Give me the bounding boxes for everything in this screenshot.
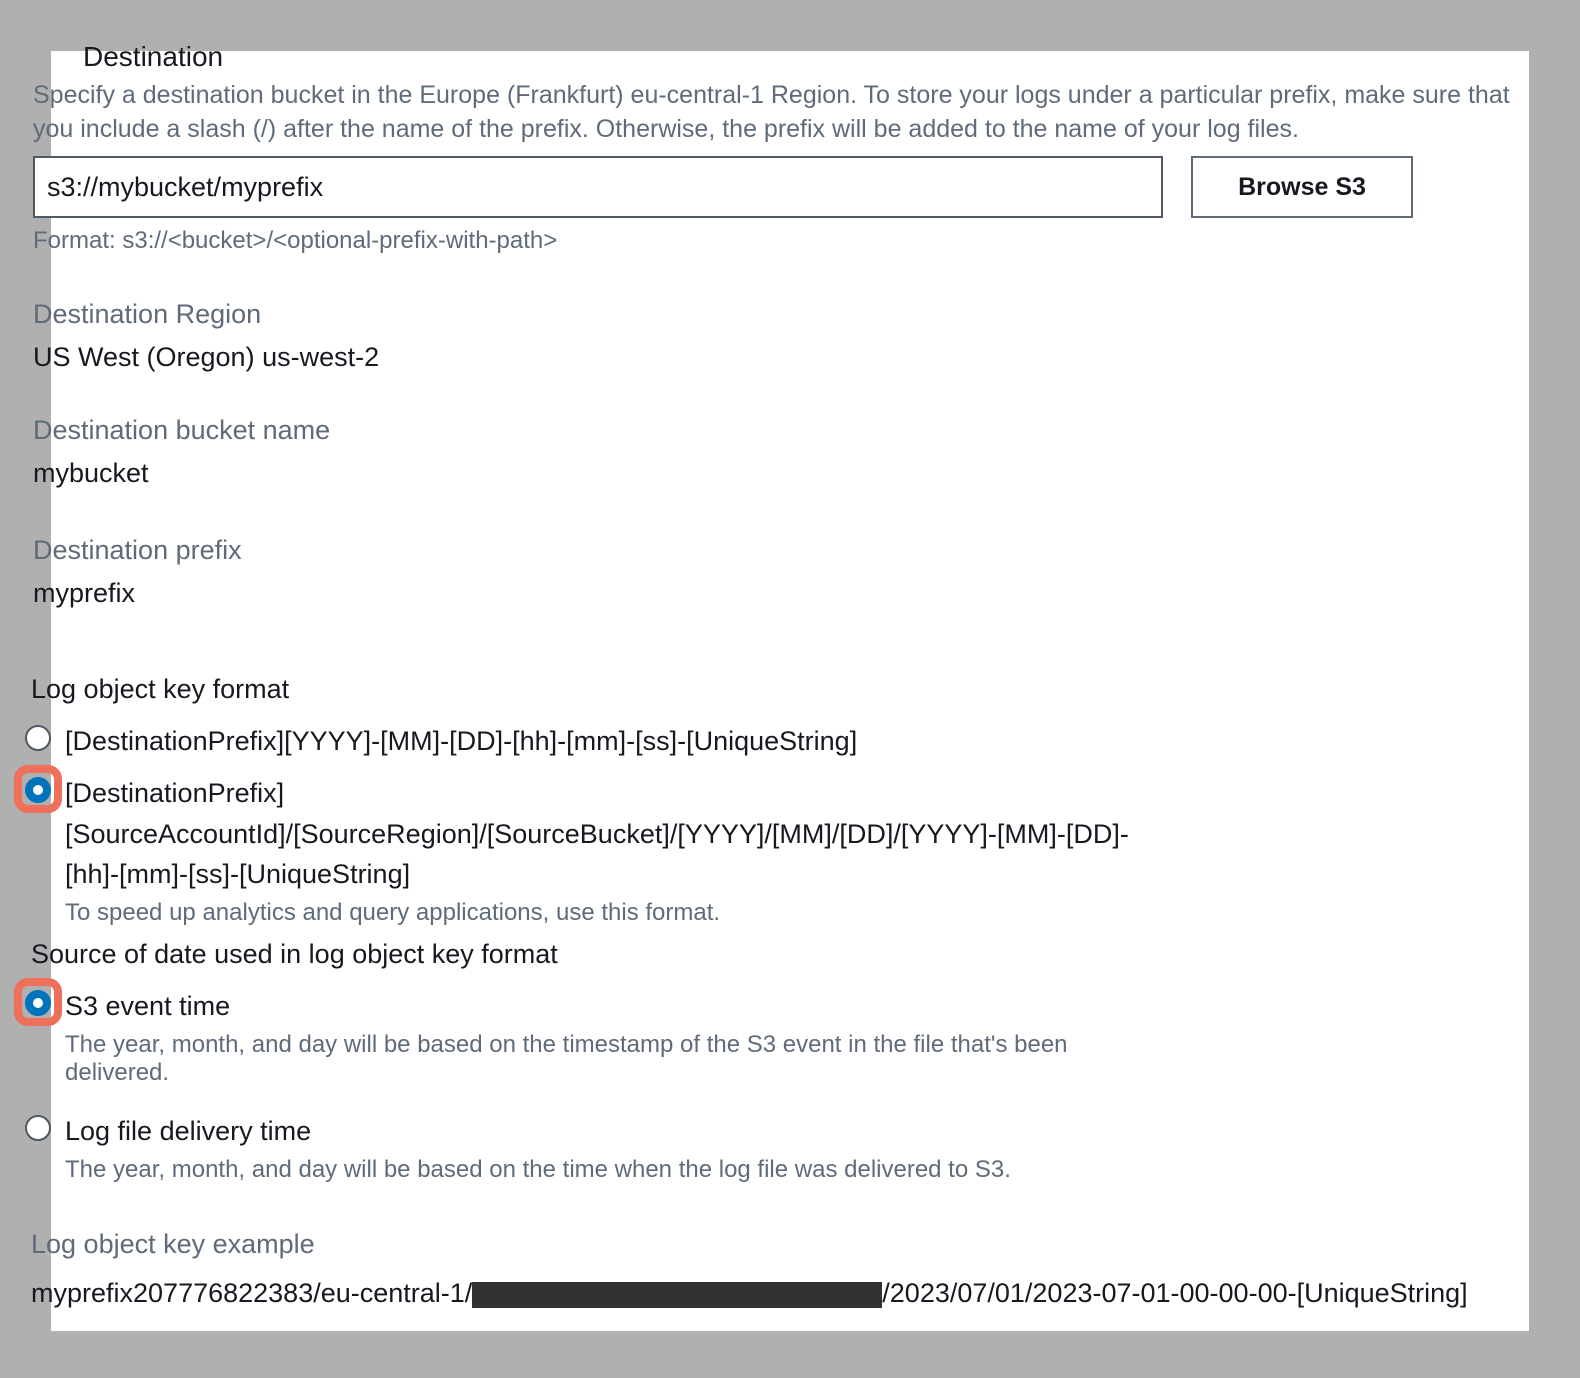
destination-region-label: Destination Region [33, 299, 379, 330]
radio-icon [25, 990, 51, 1016]
date-source-option-delivery-time[interactable]: Log file delivery time The year, month, … [25, 1111, 1465, 1184]
redacted-block-icon [472, 1282, 882, 1308]
example-prefix-part: myprefix207776822383/eu-central-1/ [31, 1278, 472, 1308]
destination-bucket-value: mybucket [33, 458, 330, 489]
radio-icon [25, 777, 51, 803]
log-key-example-title: Log object key example [31, 1229, 315, 1260]
destination-heading: Destination [83, 41, 223, 73]
key-format-option-detailed-label: [DestinationPrefix][SourceAccountId]/[So… [65, 773, 1145, 895]
date-source-option-event-time-help: The year, month, and day will be based o… [65, 1031, 1125, 1087]
date-source-option-delivery-time-label: Log file delivery time [65, 1111, 1465, 1152]
key-format-option-detailed[interactable]: [DestinationPrefix][SourceAccountId]/[So… [25, 773, 1465, 927]
destination-description: Specify a destination bucket in the Euro… [33, 79, 1523, 147]
destination-prefix-label: Destination prefix [33, 535, 242, 566]
radio-icon [25, 725, 51, 751]
log-key-example-value: myprefix207776822383/eu-central-1/ /2023/… [31, 1273, 1501, 1315]
date-source-option-event-time[interactable]: S3 event time The year, month, and day w… [25, 986, 1465, 1087]
radio-icon [25, 1115, 51, 1141]
date-source-title: Source of date used in log object key fo… [31, 939, 558, 970]
destination-region-value: US West (Oregon) us-west-2 [33, 342, 379, 373]
destination-bucket-input[interactable] [33, 156, 1163, 218]
key-format-option-simple[interactable]: [DestinationPrefix][YYYY]-[MM]-[DD]-[hh]… [25, 721, 1465, 762]
date-source-option-event-time-label: S3 event time [65, 986, 1465, 1027]
date-source-option-delivery-time-help: The year, month, and day will be based o… [65, 1156, 1465, 1184]
destination-format-hint: Format: s3://<bucket>/<optional-prefix-w… [33, 227, 557, 255]
example-suffix-part: /2023/07/01/2023-07-01-00-00-00-[UniqueS… [882, 1278, 1467, 1308]
destination-prefix-block: Destination prefix myprefix [33, 535, 242, 609]
destination-bucket-block: Destination bucket name mybucket [33, 415, 330, 489]
browse-s3-button[interactable]: Browse S3 [1191, 156, 1413, 218]
destination-region-block: Destination Region US West (Oregon) us-w… [33, 299, 379, 373]
destination-panel: Destination Specify a destination bucket… [51, 51, 1529, 1331]
destination-bucket-label: Destination bucket name [33, 415, 330, 446]
destination-input-row: Browse S3 [33, 156, 1523, 218]
destination-prefix-value: myprefix [33, 578, 242, 609]
key-format-option-detailed-help: To speed up analytics and query applicat… [65, 899, 1465, 927]
log-key-format-title: Log object key format [31, 674, 289, 705]
key-format-option-simple-label: [DestinationPrefix][YYYY]-[MM]-[DD]-[hh]… [65, 721, 1465, 762]
